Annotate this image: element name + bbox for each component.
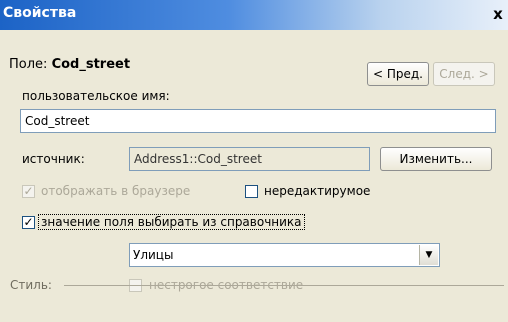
prev-button[interactable]: < Пред. [367,62,429,86]
close-button[interactable]: x [490,5,506,23]
field-prefix: Поле: [9,57,48,72]
reference-select[interactable]: Улицы ▼ [129,243,440,267]
user-name-input[interactable]: Cod_street [20,109,496,133]
field-header: Поле: Cod_street [9,57,130,72]
reference-selected-value: Улицы [133,248,174,262]
title-bar: Свойства x [0,0,508,30]
show-in-browser-label: отображать в браузере [41,184,191,198]
chevron-down-icon[interactable]: ▼ [419,245,438,265]
field-name: Cod_street [51,57,131,72]
read-only-checkbox[interactable] [245,185,258,198]
properties-dialog: Поле: Cod_street < Пред. След. > пользов… [0,30,508,322]
next-button[interactable]: След. > [433,62,495,86]
style-section-label: Стиль: [10,278,52,292]
source-field: Address1::Cod_street [129,147,370,171]
user-name-label: пользовательское имя: [22,89,170,103]
change-button[interactable]: Изменить... [380,147,492,171]
window-title: Свойства [3,5,77,21]
read-only-label: нередактирумое [264,184,371,198]
source-label: источник: [22,152,85,166]
style-divider [64,285,504,286]
from-reference-label: значение поля выбирать из справочника [38,214,305,230]
show-in-browser-checkbox[interactable]: ✓ [22,185,35,198]
from-reference-checkbox[interactable]: ✓ [22,216,35,229]
